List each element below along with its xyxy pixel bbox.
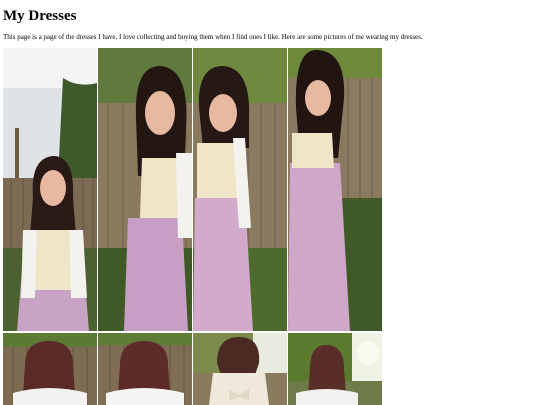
dress-photo-3-image — [193, 48, 287, 331]
dress-photo-3[interactable] — [193, 48, 287, 331]
dress-photo-8-image — [288, 333, 382, 405]
dress-photo-4-image — [288, 48, 382, 331]
dress-photo-5[interactable] — [3, 333, 97, 405]
dress-photo-1[interactable] — [3, 48, 97, 331]
dress-photo-5-image — [3, 333, 97, 405]
page-title: My Dresses — [3, 8, 77, 24]
dress-photo-2-image — [98, 48, 192, 331]
dress-photo-6-image — [98, 333, 192, 405]
dress-photo-8[interactable] — [288, 333, 382, 405]
dress-photo-2[interactable] — [98, 48, 192, 331]
dress-photo-4[interactable] — [288, 48, 382, 331]
page-intro-text: This page is a page of the dresses I hav… — [3, 33, 423, 41]
dress-photo-7-image — [193, 333, 287, 405]
dress-photo-1-image — [3, 48, 97, 331]
dress-photo-7[interactable] — [193, 333, 287, 405]
dress-photo-6[interactable] — [98, 333, 192, 405]
